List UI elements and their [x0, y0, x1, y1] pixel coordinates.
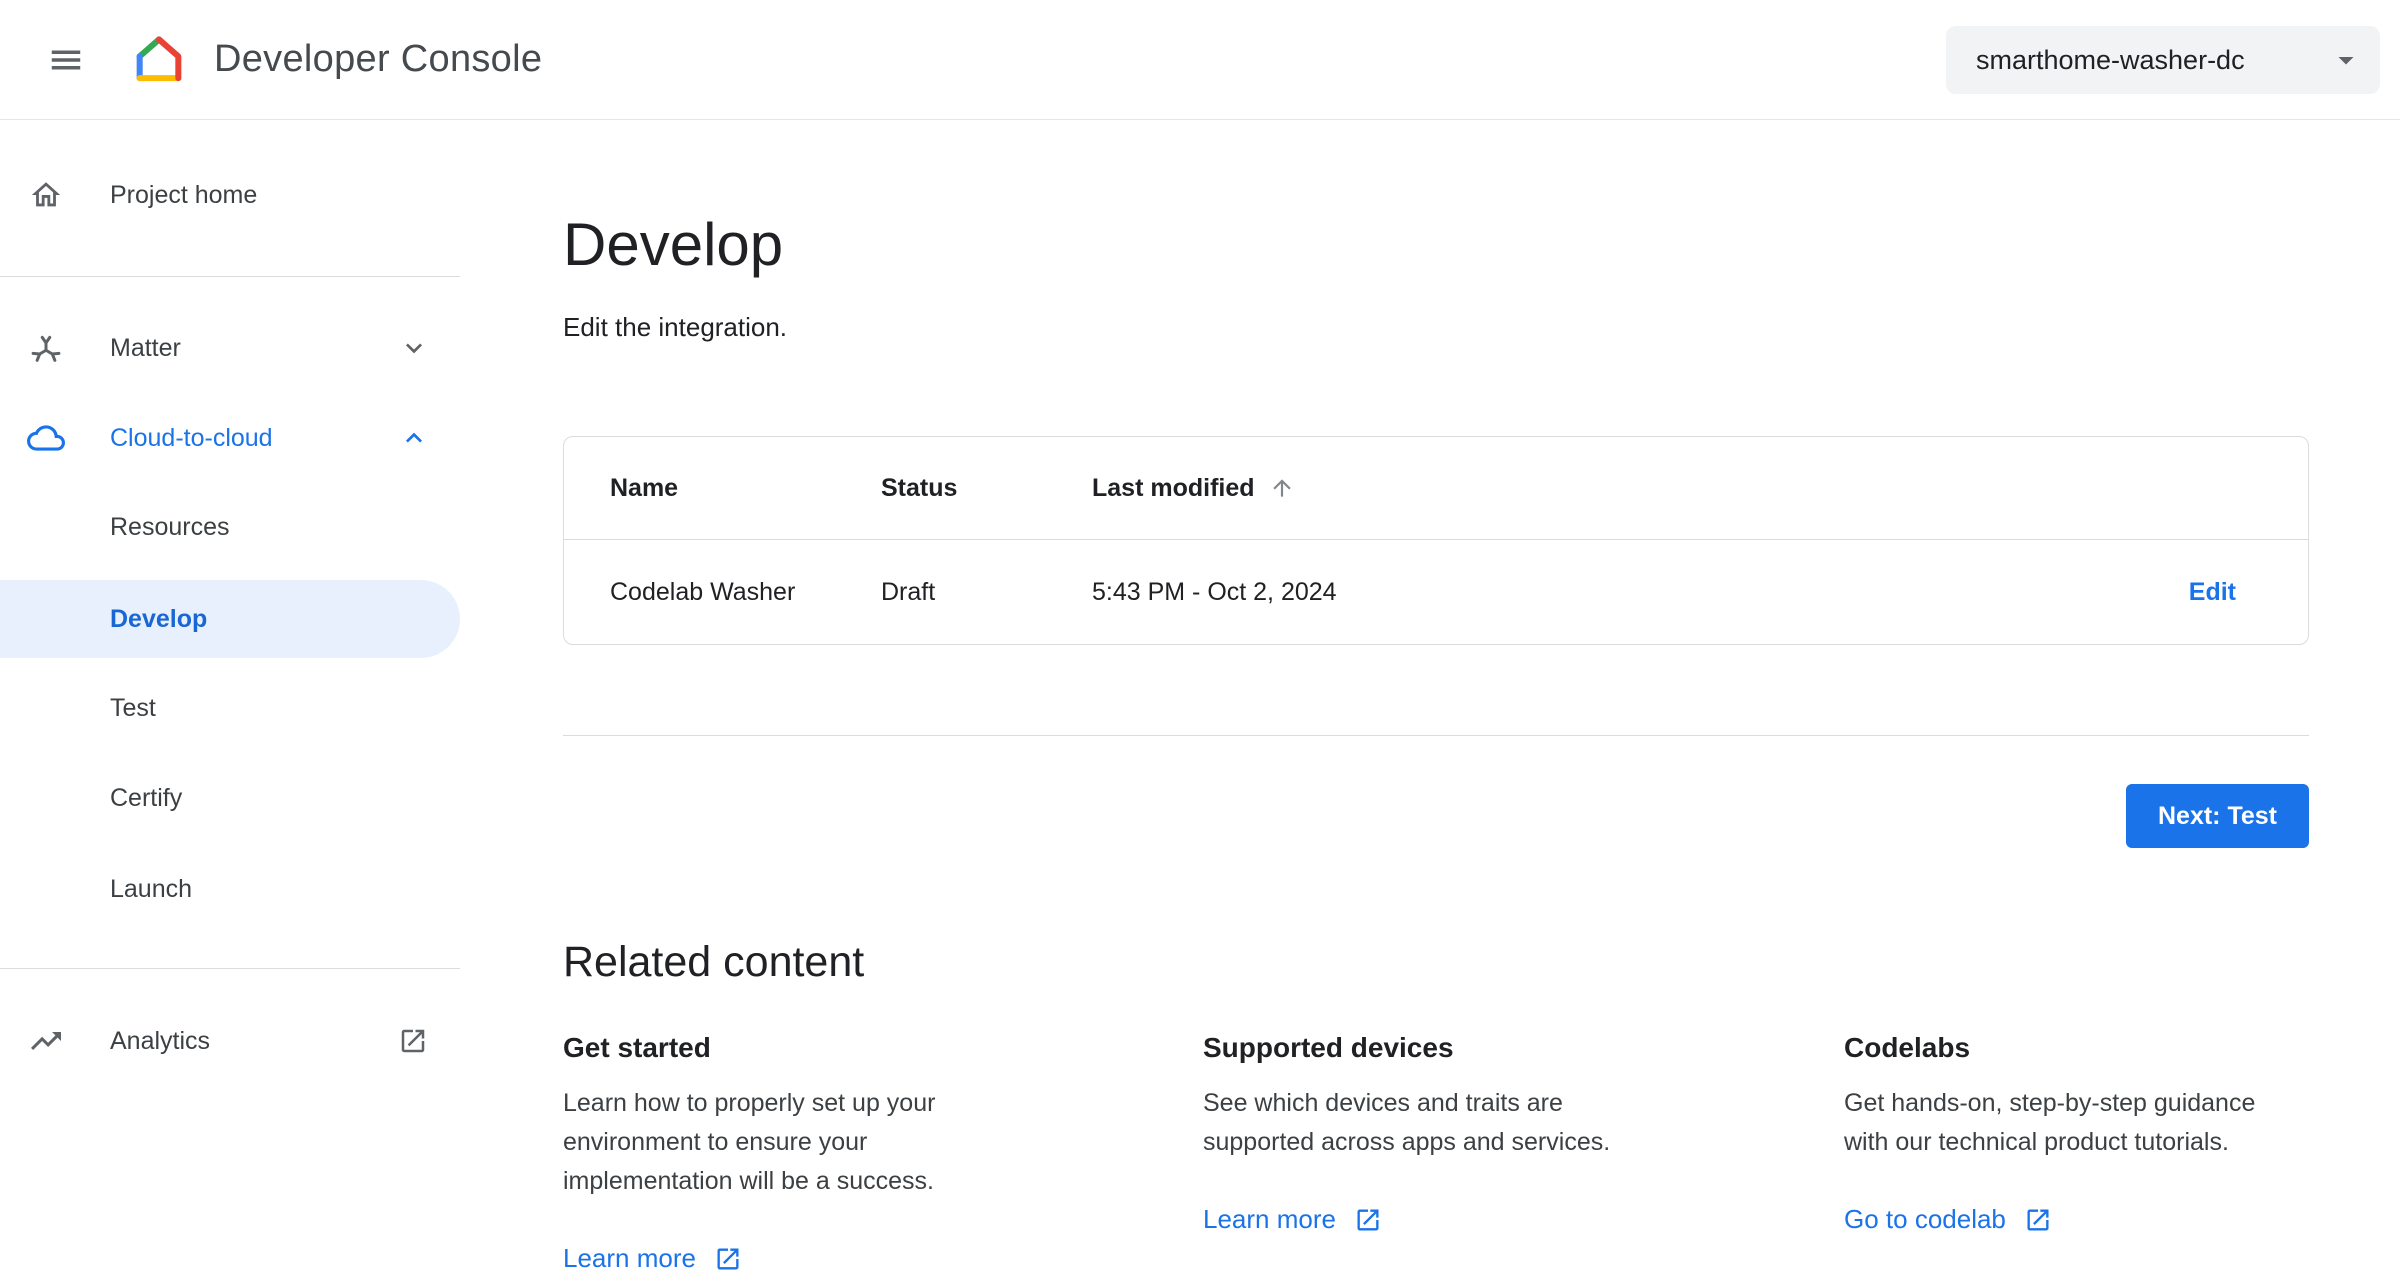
- edit-link[interactable]: Edit: [2189, 578, 2236, 606]
- column-header-label: Last modified: [1092, 473, 1255, 502]
- card-title: Get started: [563, 1032, 711, 1063]
- sidebar-item-label: Test: [110, 693, 156, 722]
- external-link-icon: [717, 1248, 739, 1269]
- sidebar-item-label: Launch: [110, 874, 193, 903]
- card-body: Learn how to properly set up your enviro…: [563, 1089, 936, 1195]
- card-title: Codelabs: [1844, 1032, 1971, 1063]
- sort-ascending-icon: [1272, 479, 1291, 497]
- chevron-up-icon: [398, 422, 430, 454]
- external-link-icon: [2027, 1209, 2049, 1230]
- external-link-icon: [1357, 1209, 1379, 1230]
- related-card-supported-devices: Supported devices See which devices and …: [1203, 1030, 1655, 1235]
- sidebar-item-label: Resources: [110, 512, 230, 541]
- sidebar-item-analytics[interactable]: Analytics: [0, 996, 460, 1086]
- card-body: Get hands-on, step-by-step guidance with…: [1844, 1089, 2256, 1156]
- link-label: Go to codelab: [1844, 1204, 2006, 1234]
- column-header-last-modified[interactable]: Last modified: [1092, 474, 2118, 503]
- sidebar-item-launch[interactable]: Launch: [0, 844, 460, 934]
- cell-last-modified: 5:43 PM - Oct 2, 2024: [1092, 577, 1337, 606]
- sidebar-item-develop-selected[interactable]: Develop: [0, 580, 460, 658]
- main-content: Develop Edit the integration. Name Statu…: [460, 120, 2400, 1280]
- chevron-down-icon: [398, 332, 430, 364]
- sidebar-item-label: Develop: [110, 604, 208, 633]
- app-header: Developer Console smarthome-washer-dc: [0, 0, 2400, 120]
- go-to-codelab-link[interactable]: Go to codelab: [1844, 1204, 2052, 1235]
- link-label: Learn more: [1203, 1204, 1336, 1234]
- sidebar-divider: [0, 968, 460, 969]
- column-header-status: Status: [881, 473, 958, 502]
- trending-up-icon: [26, 1021, 66, 1061]
- sidebar-nav: Project home Matter Cloud-to-cloud Resou…: [0, 120, 460, 1280]
- home-icon: [26, 175, 66, 215]
- integrations-table: Name Status Last modified Codelab Washer…: [563, 436, 2309, 645]
- card-title: Supported devices: [1203, 1032, 1454, 1063]
- related-card-get-started: Get started Learn how to properly set up…: [563, 1030, 1015, 1274]
- hamburger-icon: [51, 50, 81, 69]
- cell-action: Edit: [2118, 578, 2308, 607]
- menu-icon[interactable]: [36, 30, 96, 90]
- learn-more-link[interactable]: Learn more: [1203, 1204, 1382, 1235]
- table-header-row: Name Status Last modified: [564, 437, 2308, 540]
- external-link-icon: [398, 1026, 428, 1056]
- cell-name: Codelab Washer: [610, 577, 796, 606]
- sidebar-item-certify[interactable]: Certify: [0, 753, 460, 843]
- cell-status: Draft: [881, 577, 936, 606]
- link-label: Learn more: [563, 1243, 696, 1273]
- column-header-name: Name: [610, 473, 679, 502]
- sidebar-item-cloud-to-cloud[interactable]: Cloud-to-cloud: [0, 393, 460, 483]
- sidebar-item-label: Matter: [110, 333, 181, 362]
- learn-more-link[interactable]: Learn more: [563, 1243, 742, 1274]
- sidebar-item-matter[interactable]: Matter: [0, 303, 460, 393]
- related-content-title: Related content: [563, 938, 865, 986]
- sidebar-item-label: Cloud-to-cloud: [110, 423, 273, 452]
- section-divider: [563, 735, 2309, 736]
- table-row: Codelab Washer Draft 5:43 PM - Oct 2, 20…: [564, 540, 2308, 644]
- project-selector[interactable]: smarthome-washer-dc: [1946, 26, 2380, 94]
- sidebar-item-label: Analytics: [110, 1026, 211, 1055]
- sidebar-divider: [0, 276, 460, 277]
- next-test-button[interactable]: Next: Test: [2125, 784, 2309, 848]
- sidebar-item-project-home[interactable]: Project home: [0, 150, 460, 240]
- sidebar-item-label: Certify: [110, 783, 183, 812]
- related-card-codelabs: Codelabs Get hands-on, step-by-step guid…: [1844, 1030, 2296, 1235]
- sidebar-item-label: Project home: [110, 180, 258, 209]
- cloud-icon: [26, 418, 66, 458]
- project-selector-value: smarthome-washer-dc: [1976, 44, 2245, 75]
- google-home-logo: [130, 31, 188, 89]
- card-body: See which devices and traits are support…: [1203, 1089, 1611, 1156]
- page-subtitle: Edit the integration.: [563, 312, 788, 342]
- page-title: Develop: [563, 211, 784, 278]
- matter-icon: [26, 328, 66, 368]
- sidebar-item-test[interactable]: Test: [0, 663, 460, 753]
- sidebar-item-resources[interactable]: Resources: [0, 482, 460, 572]
- dropdown-arrow-icon: [2338, 57, 2354, 65]
- app-title: Developer Console: [214, 38, 543, 80]
